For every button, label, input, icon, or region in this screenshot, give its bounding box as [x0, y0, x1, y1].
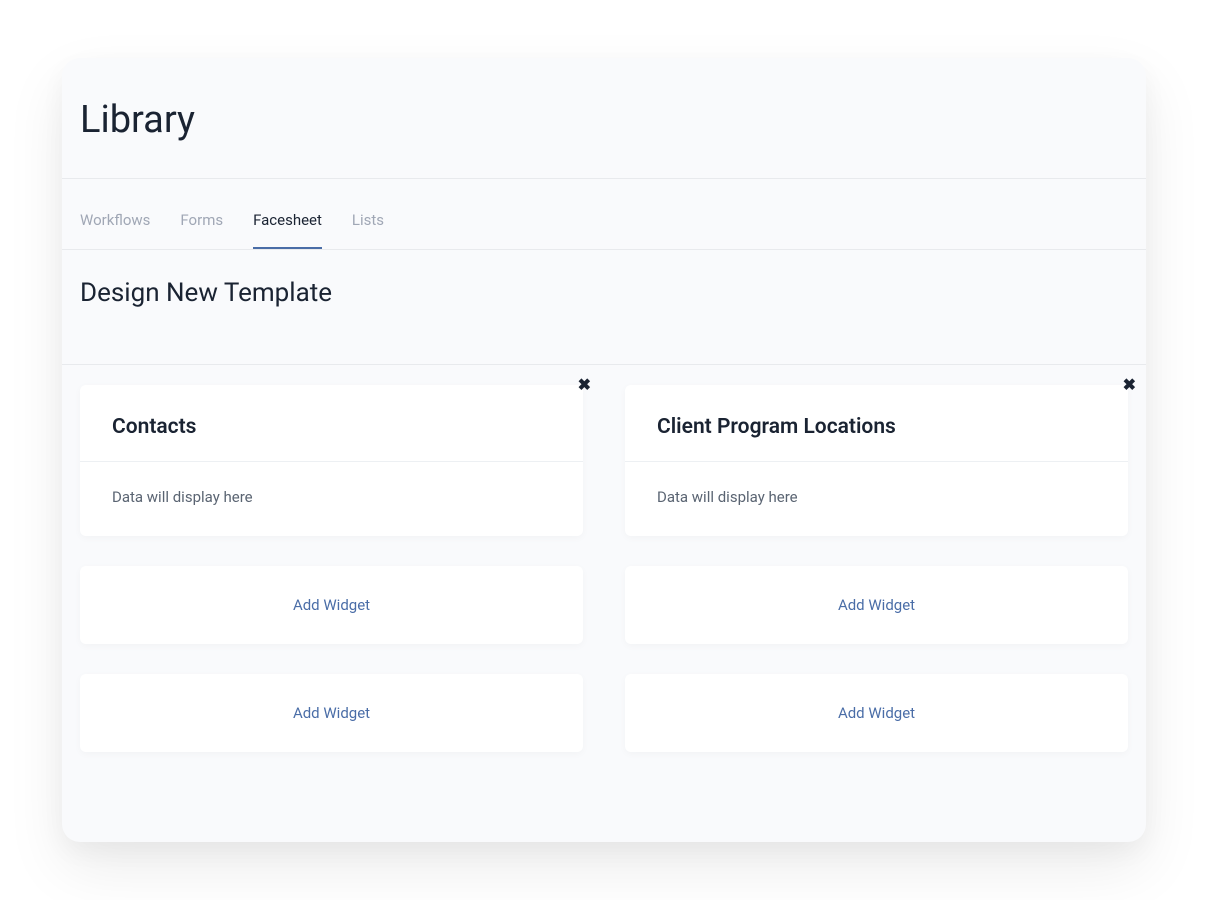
add-widget-label: Add Widget [293, 704, 370, 722]
widget-title: Contacts [112, 415, 551, 439]
right-column: ✖ Client Program Locations Data will dis… [625, 385, 1128, 752]
widget-header: Contacts [80, 385, 583, 462]
page-title: Library [80, 98, 1128, 142]
add-widget-button[interactable]: Add Widget [625, 566, 1128, 644]
add-widget-label: Add Widget [838, 596, 915, 614]
main-panel: Library Workflows Forms Facesheet Lists … [62, 58, 1146, 842]
add-widget-label: Add Widget [838, 704, 915, 722]
left-column: ✖ Contacts Data will display here Add Wi… [80, 385, 583, 752]
widgets-area: ✖ Contacts Data will display here Add Wi… [62, 365, 1146, 752]
tab-lists[interactable]: Lists [352, 211, 384, 249]
tab-workflows[interactable]: Workflows [80, 211, 150, 249]
widget-title: Client Program Locations [657, 415, 1096, 439]
add-widget-button[interactable]: Add Widget [80, 566, 583, 644]
widget-body: Data will display here [625, 462, 1128, 536]
widget-contacts: ✖ Contacts Data will display here [80, 385, 583, 536]
widget-body: Data will display here [80, 462, 583, 536]
add-widget-label: Add Widget [293, 596, 370, 614]
close-icon[interactable]: ✖ [578, 377, 591, 393]
add-widget-button[interactable]: Add Widget [625, 674, 1128, 752]
tabs: Workflows Forms Facesheet Lists [62, 179, 1146, 249]
widget-client-program-locations: ✖ Client Program Locations Data will dis… [625, 385, 1128, 536]
close-icon[interactable]: ✖ [1123, 377, 1136, 393]
tabs-container: Workflows Forms Facesheet Lists [62, 179, 1146, 250]
add-widget-button[interactable]: Add Widget [80, 674, 583, 752]
tab-forms[interactable]: Forms [180, 211, 223, 249]
widget-header: Client Program Locations [625, 385, 1128, 462]
tab-facesheet[interactable]: Facesheet [253, 211, 322, 249]
section-title: Design New Template [62, 250, 1146, 365]
page-header: Library [62, 58, 1146, 179]
